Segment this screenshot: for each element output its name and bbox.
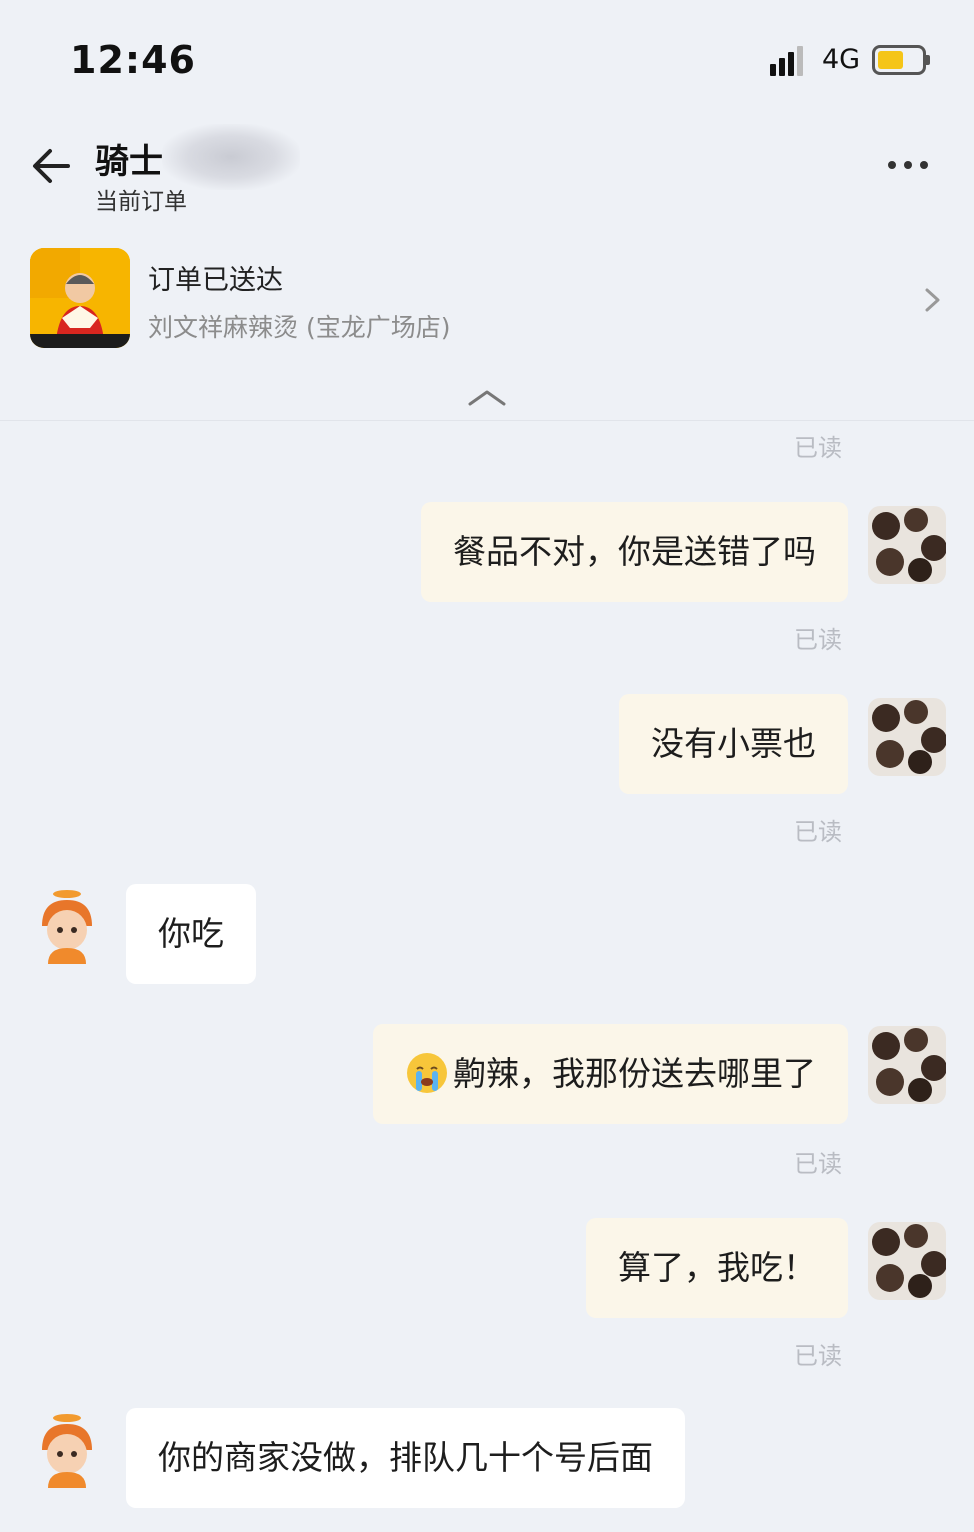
read-receipt: 已读	[794, 818, 842, 846]
signal-strength-icon	[770, 46, 810, 76]
chat-header: 骑士 当前订单	[0, 110, 974, 220]
battery-icon	[872, 45, 930, 75]
message-bubble-sent[interactable]: 算了，我吃！	[586, 1218, 848, 1318]
read-receipt: 已读	[794, 1342, 842, 1370]
message-bubble-sent[interactable]: 没有小票也	[619, 694, 848, 794]
rider-avatar[interactable]	[28, 1410, 106, 1488]
my-avatar[interactable]	[868, 1222, 946, 1300]
my-avatar[interactable]	[868, 1026, 946, 1104]
message-text: 齁辣，我那份送去哪里了	[453, 1054, 816, 1093]
message-bubble-sent[interactable]: 齁辣，我那份送去哪里了	[373, 1024, 848, 1124]
message-text: 没有小票也	[651, 724, 816, 763]
message-text: 餐品不对，你是送错了吗	[453, 532, 816, 571]
chevron-right-icon	[925, 288, 940, 312]
message-bubble-received[interactable]: 你吃	[126, 884, 256, 984]
order-card[interactable]: 订单已送达 刘文祥麻辣烫 (宝龙广场店)	[0, 232, 974, 352]
more-options-icon[interactable]	[886, 156, 930, 174]
message-bubble-received[interactable]: 你的商家没做，排队几十个号后面	[126, 1408, 685, 1508]
chat-subtitle: 当前订单	[95, 189, 187, 215]
chevron-up-icon[interactable]	[466, 386, 508, 410]
shop-name: 刘文祥麻辣烫 (宝龙广场店)	[148, 313, 451, 342]
network-type: 4G	[822, 44, 861, 75]
read-receipt: 已读	[794, 434, 842, 462]
shop-logo	[30, 248, 130, 348]
back-arrow-icon[interactable]	[28, 142, 76, 190]
chat-title: 骑士	[95, 142, 163, 182]
my-avatar[interactable]	[868, 506, 946, 584]
crying-face-icon	[407, 1052, 447, 1093]
chat-screen: 12:46 4G 骑士 当前订单 订单已送达 刘文祥麻辣烫 (宝龙广场店) 已读…	[0, 0, 974, 1532]
blurred-rider-name	[162, 124, 300, 190]
rider-avatar[interactable]	[28, 886, 106, 964]
read-receipt: 已读	[794, 626, 842, 654]
my-avatar[interactable]	[868, 698, 946, 776]
message-text: 算了，我吃！	[618, 1248, 816, 1287]
status-time: 12:46	[70, 38, 196, 82]
message-bubble-sent[interactable]: 餐品不对，你是送错了吗	[421, 502, 848, 602]
divider	[0, 420, 974, 421]
message-text: 你的商家没做，排队几十个号后面	[158, 1438, 653, 1477]
message-text: 你吃	[158, 914, 224, 953]
read-receipt: 已读	[794, 1150, 842, 1178]
status-bar: 12:46 4G	[0, 0, 974, 110]
order-status: 订单已送达	[148, 265, 283, 296]
